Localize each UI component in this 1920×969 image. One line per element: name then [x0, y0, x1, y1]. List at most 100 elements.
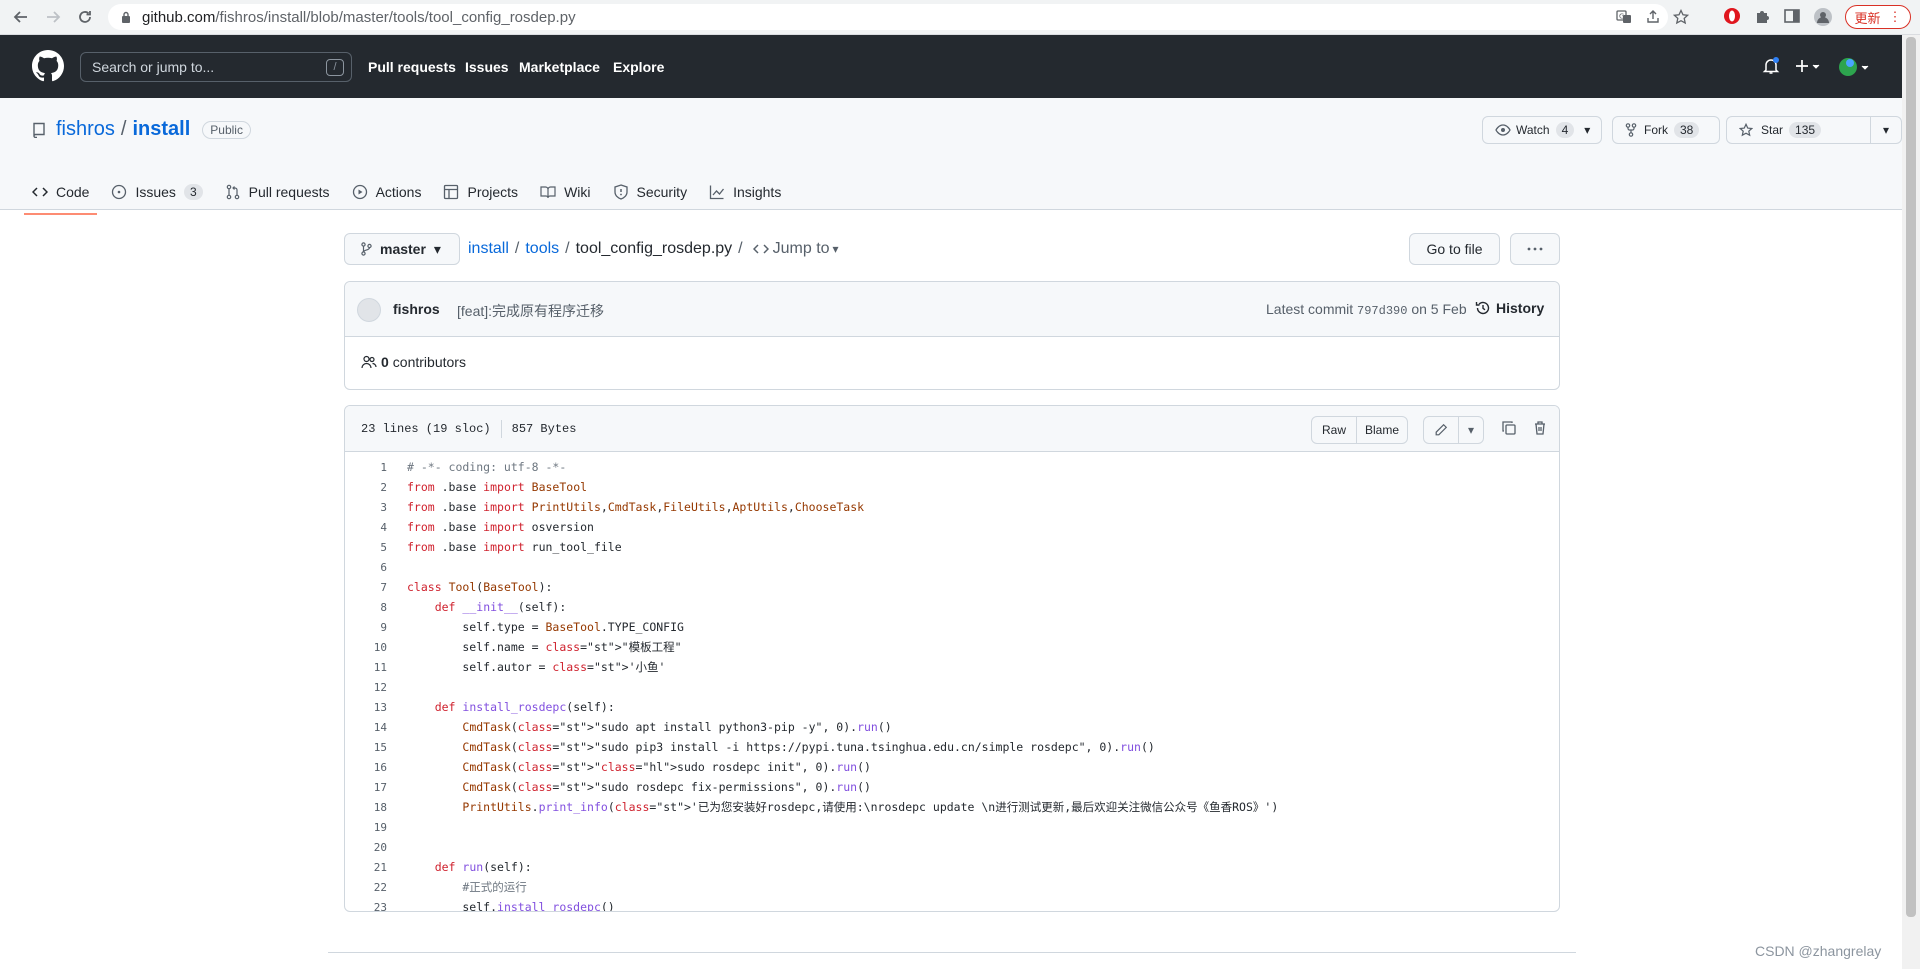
line-number[interactable]: 5 — [345, 541, 387, 554]
line-number[interactable]: 6 — [345, 561, 387, 574]
jump-to-dropdown[interactable]: Jump to ▾ — [752, 240, 839, 258]
repo-name-link[interactable]: install — [132, 118, 190, 141]
line-number[interactable]: 2 — [345, 481, 387, 494]
edit-options-dropdown[interactable]: ▾ — [1458, 416, 1484, 444]
line-number[interactable]: 13 — [345, 701, 387, 714]
tab-projects[interactable]: Projects — [443, 174, 518, 210]
line-number[interactable]: 10 — [345, 641, 387, 654]
line-number[interactable]: 8 — [345, 601, 387, 614]
code-line: 21 def run(self): — [345, 857, 1559, 877]
commit-author-link[interactable]: fishros — [393, 301, 440, 317]
line-number[interactable]: 21 — [345, 861, 387, 874]
repo-icon — [32, 122, 46, 138]
contributors[interactable]: 0 contributors — [361, 354, 466, 370]
create-new-plus-icon[interactable] — [1795, 57, 1825, 75]
line-number[interactable]: 3 — [345, 501, 387, 514]
raw-button[interactable]: Raw — [1311, 416, 1357, 444]
edit-button[interactable] — [1423, 416, 1459, 444]
line-number[interactable]: 1 — [345, 461, 387, 474]
url-text: github.com/fishros/install/blob/master/t… — [142, 8, 576, 26]
tab-actions[interactable]: Actions — [352, 174, 421, 210]
search-input[interactable]: Search or jump to... / — [80, 52, 352, 82]
commit-sha-link[interactable]: 797d390 — [1357, 304, 1407, 318]
update-label: 更新 — [1854, 10, 1881, 26]
line-number[interactable]: 9 — [345, 621, 387, 634]
footer-divider — [328, 952, 1576, 953]
fork-button[interactable]: Fork 38 — [1612, 116, 1720, 144]
line-number[interactable]: 14 — [345, 721, 387, 734]
browser-toolbar: github.com/fishros/install/blob/master/t… — [0, 0, 1920, 35]
tab-wiki-label: Wiki — [564, 184, 591, 200]
address-bar[interactable]: github.com/fishros/install/blob/master/t… — [108, 4, 1689, 30]
share-icon[interactable] — [1645, 9, 1661, 25]
go-to-file-button[interactable]: Go to file — [1409, 233, 1500, 265]
fork-icon — [1625, 123, 1637, 137]
line-number[interactable]: 4 — [345, 521, 387, 534]
caret-down-icon: ▾ — [1467, 423, 1475, 437]
code-line: 17 CmdTask(class="st">"sudo rosdepc fix-… — [345, 777, 1559, 797]
line-number[interactable]: 15 — [345, 741, 387, 754]
code-text: PrintUtils.print_info(class="st">'已为您安装好… — [462, 800, 1279, 814]
nav-pull-requests[interactable]: Pull requests — [368, 59, 456, 75]
line-number[interactable]: 23 — [345, 901, 387, 912]
blame-button[interactable]: Blame — [1356, 416, 1408, 444]
line-number[interactable]: 12 — [345, 681, 387, 694]
profile-icon[interactable] — [1813, 7, 1833, 27]
line-number[interactable]: 22 — [345, 881, 387, 894]
opera-extension-icon[interactable] — [1723, 7, 1741, 25]
commit-message-link[interactable]: [feat]:完成原有程序迁移 — [457, 301, 604, 321]
user-avatar-icon[interactable] — [1838, 57, 1872, 77]
tab-issues[interactable]: Issues 3 — [111, 174, 203, 210]
history-link[interactable]: History — [1475, 300, 1544, 316]
repo-owner-link[interactable]: fishros — [56, 118, 115, 141]
more-options-button[interactable] — [1510, 233, 1560, 265]
watch-button[interactable]: Watch 4 ▾ — [1482, 116, 1602, 144]
scrollbar-thumb[interactable] — [1906, 37, 1916, 917]
trash-icon[interactable] — [1532, 420, 1548, 436]
code-text: CmdTask(class="st">"class="hl">sudo rosd… — [462, 760, 871, 774]
repo-title: fishros / install Public — [32, 118, 251, 141]
branch-selector[interactable]: master ▾ — [344, 233, 460, 265]
code-line: 7 class Tool(BaseTool): — [345, 577, 1559, 597]
tab-insights[interactable]: Insights — [709, 174, 781, 210]
author-avatar[interactable] — [357, 298, 381, 322]
table-icon — [443, 184, 467, 200]
line-number[interactable]: 17 — [345, 781, 387, 794]
tab-pull-requests[interactable]: Pull requests — [225, 174, 330, 210]
issues-count: 3 — [183, 184, 203, 200]
reload-icon[interactable] — [72, 4, 98, 30]
extensions-puzzle-icon[interactable] — [1754, 7, 1772, 25]
code-line: 9 self.type = BaseTool.TYPE_CONFIG — [345, 617, 1559, 637]
github-logo-icon[interactable] — [32, 50, 64, 82]
side-panel-icon[interactable] — [1783, 7, 1801, 25]
tab-wiki[interactable]: Wiki — [540, 174, 591, 210]
bookmark-star-icon[interactable] — [1673, 9, 1689, 25]
line-number[interactable]: 18 — [345, 801, 387, 814]
copy-icon[interactable] — [1501, 420, 1517, 436]
code-line: 14 CmdTask(class="st">"sudo apt install … — [345, 717, 1559, 737]
breadcrumb-repo-link[interactable]: install — [468, 240, 509, 258]
notifications-bell-icon[interactable] — [1762, 57, 1780, 75]
star-list-dropdown[interactable]: ▾ — [1870, 116, 1902, 144]
line-number[interactable]: 7 — [345, 581, 387, 594]
forward-icon[interactable] — [40, 4, 66, 30]
tab-security[interactable]: Security — [613, 174, 687, 210]
nav-explore[interactable]: Explore — [613, 59, 664, 75]
code-line: 13 def install_rosdepc(self): — [345, 697, 1559, 717]
line-number[interactable]: 16 — [345, 761, 387, 774]
line-number[interactable]: 19 — [345, 821, 387, 834]
star-button[interactable]: Star 135 — [1726, 116, 1871, 144]
page-scrollbar[interactable] — [1902, 35, 1920, 969]
update-button[interactable]: 更新 ⋮ — [1845, 5, 1911, 29]
nav-issues[interactable]: Issues — [465, 59, 509, 75]
tab-code[interactable]: Code — [23, 174, 99, 215]
back-icon[interactable] — [8, 4, 34, 30]
code-text: self.autor = class="st">'小鱼' — [407, 660, 666, 674]
breadcrumb-folder-link[interactable]: tools — [525, 240, 559, 258]
line-number[interactable]: 11 — [345, 661, 387, 674]
code-text: self.install_rosdepc() — [407, 900, 615, 912]
translate-icon[interactable]: G — [1616, 9, 1632, 25]
line-number[interactable]: 20 — [345, 841, 387, 854]
nav-marketplace[interactable]: Marketplace — [519, 59, 600, 75]
code-line: 18 PrintUtils.print_info(class="st">'已为您… — [345, 797, 1559, 817]
